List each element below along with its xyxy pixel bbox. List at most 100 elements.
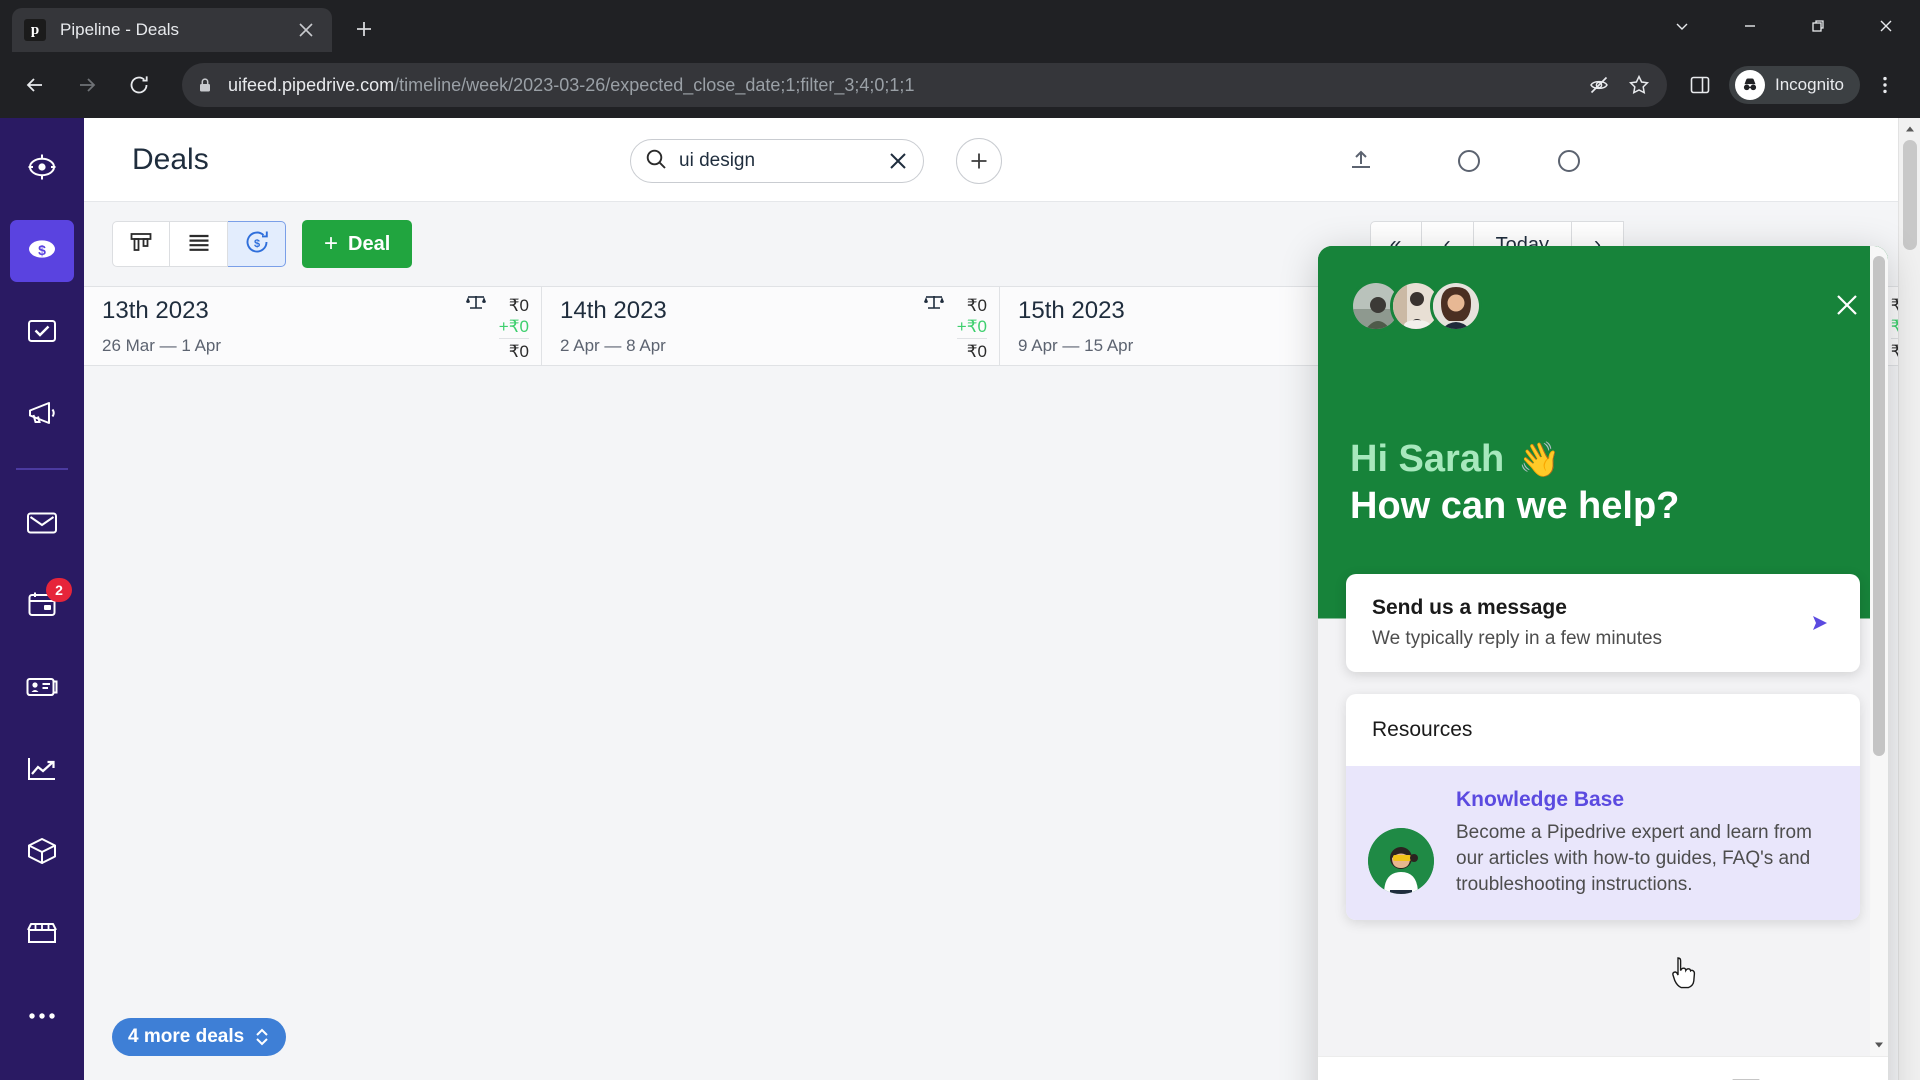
browser-chrome: p Pipeline - Deals uifeed.pipedrive.com/… — [0, 0, 1920, 118]
chevron-updown-icon — [254, 1027, 270, 1047]
sidebar-item-marketplace[interactable] — [10, 904, 74, 966]
deal-dollar-icon: $ — [24, 234, 60, 269]
pipeline-icon — [129, 230, 153, 259]
plus-icon: + — [324, 230, 339, 257]
timeline-range: 26 Mar — 1 Apr — [102, 336, 222, 355]
target-icon — [25, 150, 59, 189]
view-toggle-list[interactable] — [170, 221, 228, 267]
more-deals-button[interactable]: 4 more deals — [112, 1018, 287, 1056]
chat-scrollbar[interactable] — [1870, 246, 1888, 1056]
scroll-up-arrow-icon[interactable] — [1899, 118, 1920, 140]
view-toggle-group: $ — [112, 221, 286, 267]
send-message-card[interactable]: Send us a message We typically reply in … — [1346, 574, 1860, 672]
sidebar-item-contacts[interactable] — [10, 658, 74, 720]
minimize-icon[interactable] — [1716, 0, 1784, 52]
storefront-icon — [25, 919, 59, 952]
sidebar-item-more[interactable] — [10, 986, 74, 1048]
url-host: uifeed.pipedrive.com — [228, 74, 395, 95]
view-toggle-forecast[interactable]: $ — [228, 221, 286, 267]
resources-card: Resources Knowledge Base Become a Pipedr… — [1346, 694, 1860, 921]
sidebar-item-insights[interactable] — [10, 740, 74, 802]
search-clear-icon[interactable] — [887, 150, 909, 172]
add-button[interactable] — [956, 138, 1002, 184]
address-bar[interactable]: uifeed.pipedrive.com/timeline/week/2023-… — [182, 63, 1667, 107]
svg-text:$: $ — [38, 242, 46, 258]
browser-tab[interactable]: p Pipeline - Deals — [12, 8, 332, 52]
chat-scroll-down-arrow-icon[interactable] — [1870, 1036, 1888, 1054]
app-header: Deals ui design — [84, 118, 1920, 202]
header-help-icon[interactable] — [1456, 148, 1482, 179]
chat-nav-messages[interactable]: Messages — [1603, 1057, 1888, 1080]
app-sidebar: $ 2 — [0, 118, 84, 1080]
page-scrollbar-thumb[interactable] — [1903, 140, 1917, 250]
back-icon[interactable] — [14, 64, 56, 106]
view-toggle-pipeline[interactable] — [112, 221, 170, 267]
svg-text:$: $ — [253, 238, 259, 250]
window-controls — [1648, 0, 1920, 52]
sidebar-item-campaigns[interactable] — [10, 384, 74, 446]
incognito-profile-chip[interactable]: Incognito — [1729, 66, 1860, 104]
new-tab-button[interactable] — [344, 9, 384, 49]
lock-icon — [198, 77, 212, 93]
add-deal-button[interactable]: + Deal — [302, 220, 413, 268]
sidebar-item-products[interactable] — [10, 822, 74, 884]
header-upload-icon[interactable] — [1348, 148, 1374, 179]
timeline-total-value: ₹0 — [498, 337, 529, 362]
sidebar-item-leads-inbox[interactable] — [10, 138, 74, 200]
megaphone-icon — [25, 398, 59, 433]
search-input-value[interactable]: ui design — [679, 150, 887, 172]
timeline-weighted-value: ₹0 — [508, 296, 529, 315]
page-scrollbar[interactable] — [1898, 118, 1920, 1080]
reload-icon[interactable] — [118, 64, 160, 106]
timeline-total-value: ₹0 — [956, 337, 987, 362]
pipedrive-favicon-icon: p — [24, 19, 46, 41]
timeline-gain-value: +₹0 — [498, 317, 529, 337]
greeting-line-1: Hi Sarah — [1350, 438, 1505, 480]
send-message-subtitle: We typically reply in a few minutes — [1372, 628, 1663, 649]
weighted-scale-icon — [465, 293, 487, 318]
add-deal-label: Deal — [348, 232, 391, 255]
contact-card-icon — [25, 674, 59, 705]
bookmark-star-icon[interactable] — [1619, 65, 1659, 105]
chat-greeting: Hi Sarah 👋 How can we help? — [1350, 438, 1856, 528]
forecast-icon: $ — [244, 229, 270, 260]
support-chat-widget: Hi Sarah 👋 How can we help? Send us a me… — [1318, 246, 1888, 1080]
header-account-icon[interactable] — [1556, 148, 1582, 179]
timeline-column-header[interactable]: 14th 2023 2 Apr — 8 Apr ₹0 +₹0 ₹0 — [542, 287, 1000, 365]
three-dot-menu-icon[interactable] — [1864, 64, 1906, 106]
chat-scroll-area[interactable]: Hi Sarah 👋 How can we help? Send us a me… — [1318, 246, 1888, 1056]
agent-avatars — [1350, 280, 1856, 332]
resource-item-knowledge-base[interactable]: Knowledge Base Become a Pipedrive expert… — [1346, 766, 1860, 921]
chat-scrollbar-thumb[interactable] — [1873, 256, 1885, 756]
sidebar-item-calendar[interactable]: 2 — [10, 576, 74, 638]
sidebar-item-activities[interactable] — [10, 302, 74, 364]
sidebar-divider — [16, 468, 68, 470]
timeline-range: 2 Apr — 8 Apr — [560, 336, 666, 355]
incognito-label: Incognito — [1775, 75, 1844, 94]
list-icon — [187, 232, 211, 257]
sidebar-item-mail[interactable] — [10, 494, 74, 556]
window-close-icon[interactable] — [1852, 0, 1920, 52]
three-dot-icon — [25, 1008, 59, 1026]
avatar — [1430, 280, 1482, 332]
timeline-column-header[interactable]: 13th 2023 26 Mar — 1 Apr ₹0 +₹0 ₹0 — [84, 287, 542, 365]
side-panel-icon[interactable] — [1679, 64, 1721, 106]
timeline-values: ₹0 +₹0 ₹0 — [956, 295, 987, 362]
chevron-down-icon[interactable] — [1648, 0, 1716, 52]
chat-bottom-nav: Home Messages — [1318, 1056, 1888, 1080]
search-input[interactable]: ui design — [630, 139, 924, 183]
tracking-blocked-icon[interactable] — [1579, 65, 1619, 105]
chat-hero: Hi Sarah 👋 How can we help? — [1318, 246, 1888, 528]
checkbox-calendar-icon — [25, 316, 59, 351]
maximize-icon[interactable] — [1784, 0, 1852, 52]
browser-toolbar: uifeed.pipedrive.com/timeline/week/2023-… — [0, 52, 1920, 118]
chat-close-icon[interactable] — [1834, 292, 1860, 318]
chat-nav-home[interactable]: Home — [1318, 1057, 1603, 1080]
sidebar-item-deals[interactable]: $ — [10, 220, 74, 282]
tab-close-icon[interactable] — [292, 16, 320, 44]
box-icon — [26, 836, 58, 871]
send-arrow-icon[interactable] — [1808, 612, 1834, 634]
resource-title[interactable]: Knowledge Base — [1456, 788, 1834, 812]
forward-icon[interactable] — [66, 64, 108, 106]
resource-description: Become a Pipedrive expert and learn from… — [1456, 822, 1812, 896]
